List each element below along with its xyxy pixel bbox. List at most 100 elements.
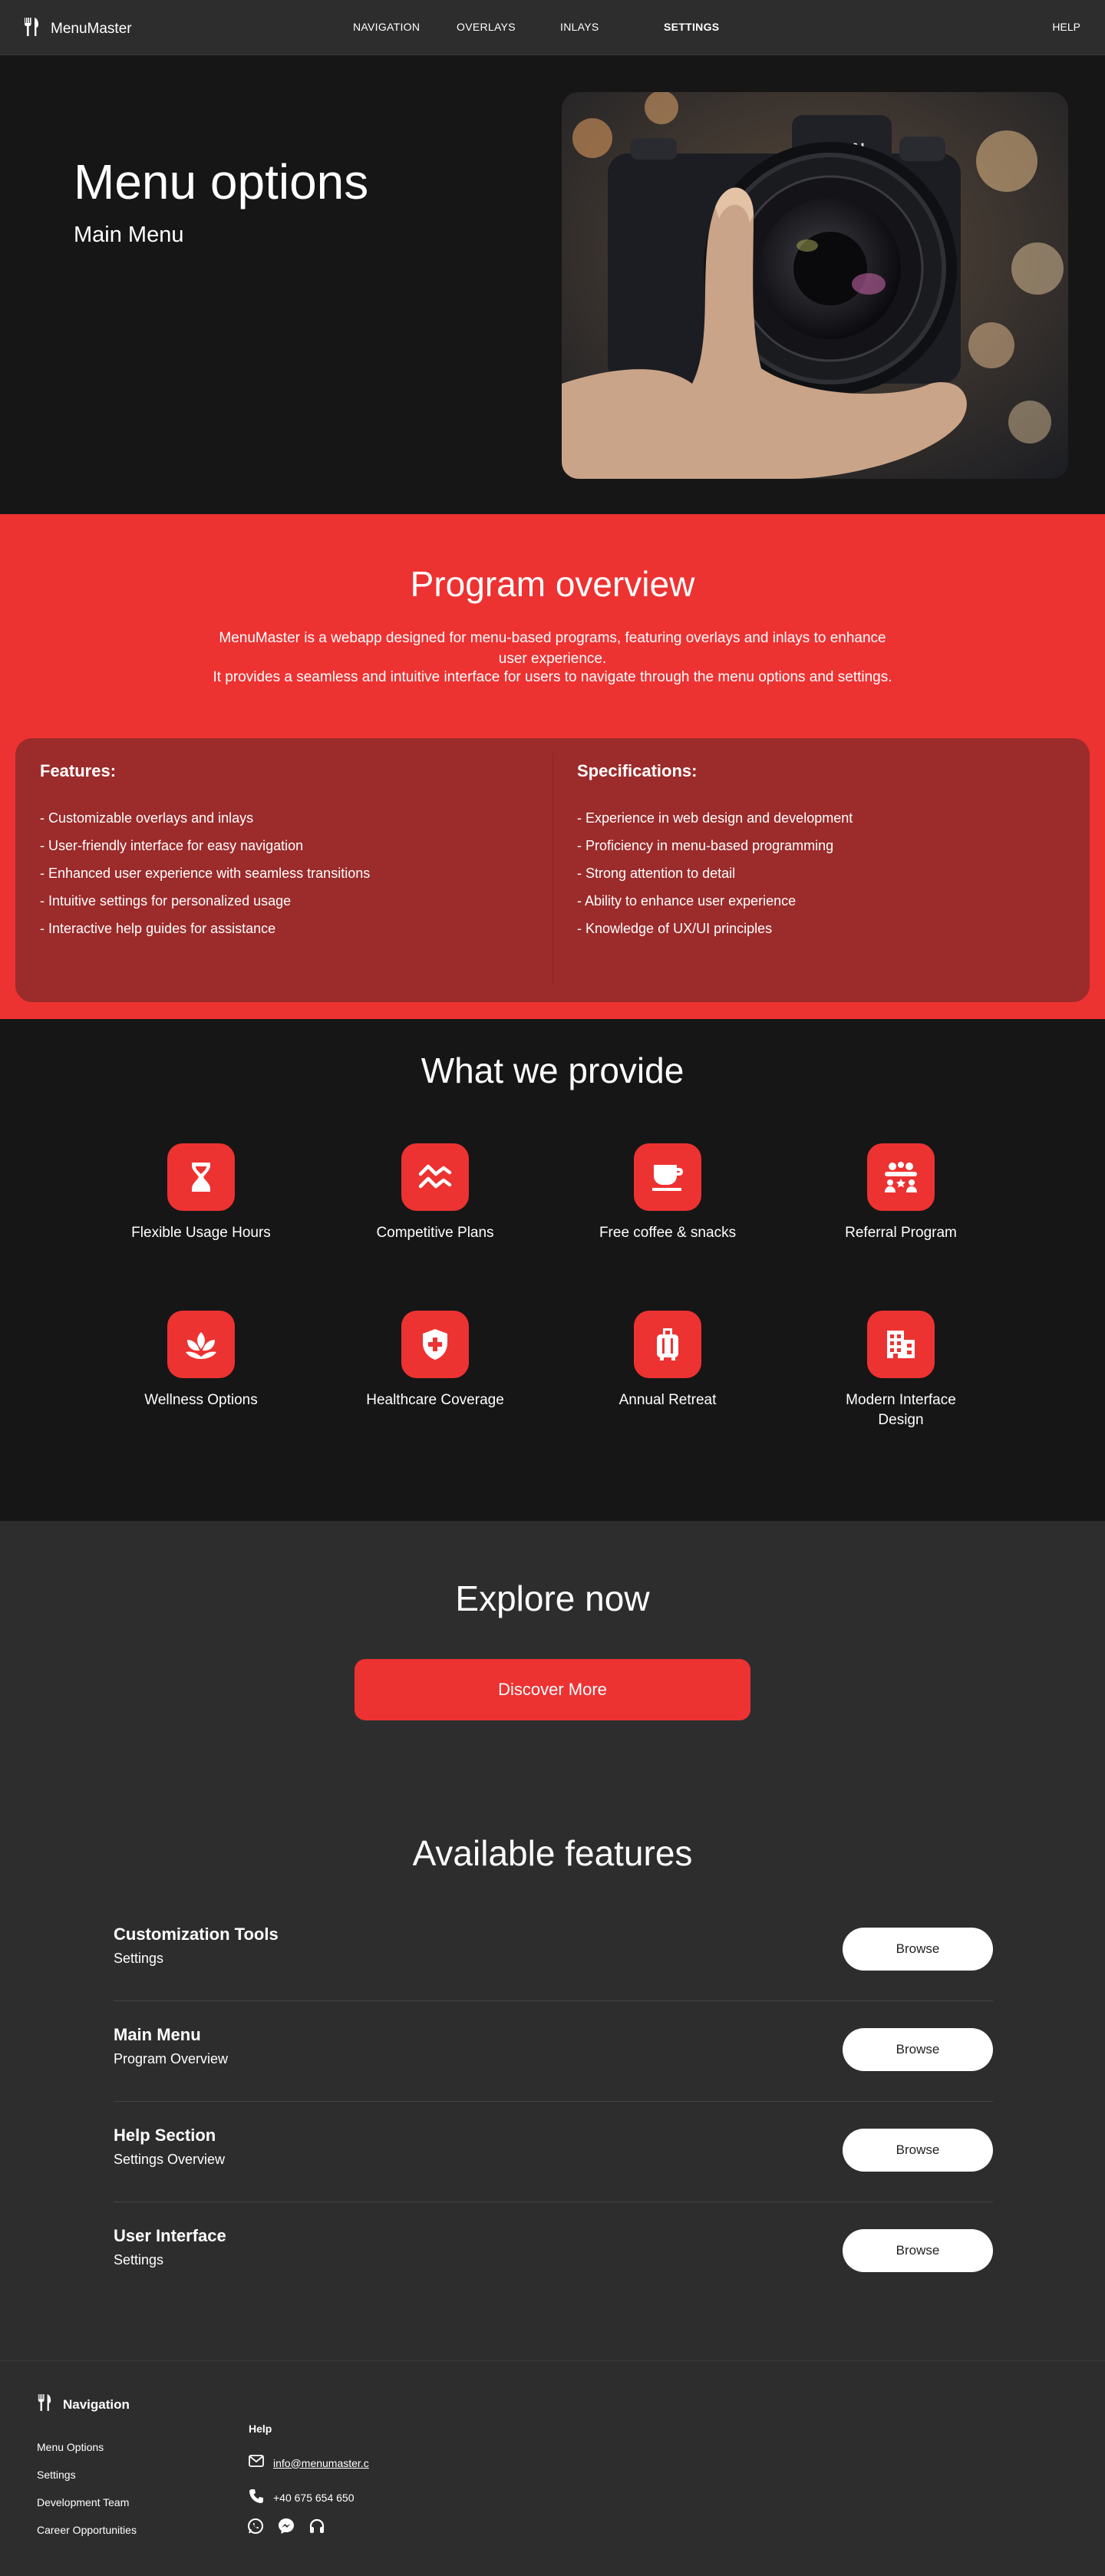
features-list-item: - User-friendly interface for easy navig… (40, 838, 304, 853)
brand[interactable]: MenuMaster (23, 17, 132, 41)
specifications-list-item: - Ability to enhance user experience (577, 893, 797, 909)
features-list-item: - Customizable overlays and inlays (40, 810, 254, 826)
footer-link-development-team[interactable]: Development Team (37, 2496, 137, 2524)
overview-title: Program overview (410, 564, 695, 604)
specifications-list-item: - Strong attention to detail (577, 866, 736, 881)
envelope-icon (249, 2455, 264, 2471)
browse-button[interactable]: Browse (843, 2129, 993, 2172)
hero-camera-photo: eSGN (562, 92, 1068, 479)
messenger-icon[interactable] (278, 2518, 295, 2538)
nav-link-help[interactable]: HELP (1052, 21, 1080, 33)
benefit-coffee-snacks: Free coffee & snacks (591, 1143, 744, 1243)
row-divider (114, 2101, 993, 2102)
benefit-label: Modern Interface Design (846, 1392, 956, 1428)
top-navigation-bar: MenuMaster NAVIGATION OVERLAYS INLAYS SE… (0, 0, 1105, 55)
specifications-list: - Experience in web design and developme… (577, 804, 853, 942)
footer: Navigation Menu Options Settings Develop… (0, 2360, 1105, 2576)
benefit-healthcare-coverage: Healthcare Coverage (358, 1311, 512, 1410)
coffee-cup-icon (634, 1143, 701, 1211)
benefit-label: Annual Retreat (618, 1392, 717, 1408)
phone-icon (249, 2489, 264, 2506)
footer-link-career-opportunities[interactable]: Career Opportunities (37, 2524, 137, 2551)
features-list: - Customizable overlays and inlays - Use… (40, 804, 370, 942)
footer-email: info@menumaster.c (249, 2455, 369, 2471)
nav-link-settings[interactable]: SETTINGS (664, 21, 719, 33)
browse-button[interactable]: Browse (843, 2229, 993, 2272)
nav-link-navigation[interactable]: NAVIGATION (353, 21, 457, 33)
explore-section: Explore now Discover More Available feat… (0, 1521, 1105, 2360)
nav-link-inlays[interactable]: INLAYS (560, 21, 664, 33)
features-list-item: - Interactive help guides for assistance (40, 921, 276, 936)
browse-button[interactable]: Browse (843, 1928, 993, 1971)
feature-subtitle: Program Overview (114, 2051, 229, 2066)
specifications-list-item: - Knowledge of UX/UI principles (577, 921, 773, 936)
specifications-column: Specifications: - Experience in web desi… (577, 761, 853, 942)
footer-social (247, 2518, 325, 2538)
footer-link-menu-options[interactable]: Menu Options (37, 2441, 137, 2469)
nav-link-overlays[interactable]: OVERLAYS (457, 21, 560, 33)
specifications-heading: Specifications: (577, 761, 698, 780)
footer-help-heading: Help (249, 2423, 272, 2435)
footer-brand: Navigation (37, 2393, 130, 2416)
headphones-icon[interactable] (308, 2518, 325, 2538)
feature-row: User Interface Settings Browse (114, 2203, 993, 2303)
benefit-referral-program: Referral Program (824, 1143, 978, 1243)
what-we-provide-section: What we provide Flexible Usage Hours Com… (0, 1019, 1105, 1521)
benefit-competitive-plans: Competitive Plans (358, 1143, 512, 1243)
hero-title: Menu options (74, 154, 369, 209)
feature-title: Help Section (114, 2126, 216, 2145)
whatsapp-icon[interactable] (247, 2518, 264, 2538)
feature-subtitle: Settings Overview (114, 2152, 226, 2167)
benefit-wellness-options: Wellness Options (124, 1311, 278, 1410)
hero-section: Menu options Main Menu (0, 55, 1105, 514)
explore-title: Explore now (455, 1578, 650, 1618)
feature-subtitle: Settings (114, 1951, 164, 1966)
wave-chart-icon (401, 1143, 469, 1211)
feature-row: Main Menu Program Overview Browse (114, 2002, 993, 2102)
feature-title: User Interface (114, 2226, 226, 2245)
provide-title: What we provide (421, 1051, 684, 1090)
specifications-list-item: - Experience in web design and developme… (577, 810, 853, 826)
footer-phone-number: +40 675 654 650 (273, 2491, 355, 2504)
lotus-icon (167, 1311, 235, 1378)
overview-description-1: MenuMaster is a webapp designed for menu… (219, 630, 886, 667)
main-nav: NAVIGATION OVERLAYS INLAYS SETTINGS (353, 21, 719, 33)
overview-description-2: It provides a seamless and intuitive int… (213, 669, 892, 685)
people-group-icon (867, 1143, 935, 1211)
feature-title: Customization Tools (114, 1925, 279, 1944)
feature-title: Main Menu (114, 2025, 201, 2044)
footer-email-link[interactable]: info@menumaster.c (273, 2457, 369, 2469)
benefit-label: Wellness Options (144, 1392, 258, 1408)
benefit-label: Referral Program (845, 1225, 957, 1241)
benefit-label: Free coffee & snacks (599, 1225, 737, 1241)
fork-knife-icon (37, 2393, 52, 2416)
browse-button[interactable]: Browse (843, 2028, 993, 2071)
benefit-annual-retreat: Annual Retreat (591, 1311, 744, 1410)
features-list-item: - Enhanced user experience with seamless… (40, 866, 371, 881)
medical-shield-icon (401, 1311, 469, 1378)
feature-row: Customization Tools Settings Browse (114, 1901, 993, 2001)
benefit-flexible-hours: Flexible Usage Hours (124, 1143, 278, 1243)
feature-subtitle: Settings (114, 2252, 164, 2268)
column-divider (552, 754, 553, 984)
specifications-list-item: - Proficiency in menu-based programming (577, 838, 834, 853)
luggage-icon (634, 1311, 701, 1378)
features-column: Features: - Customizable overlays and in… (40, 761, 370, 942)
camera-illustration: eSGN (562, 92, 1068, 479)
overview-card: Features: - Customizable overlays and in… (15, 738, 1090, 1002)
benefit-label: Flexible Usage Hours (131, 1225, 271, 1241)
available-features-title: Available features (412, 1833, 693, 1873)
hero-subtitle: Main Menu (74, 223, 184, 247)
benefit-modern-interface-design: Modern Interface Design (824, 1311, 978, 1430)
feature-row: Help Section Settings Overview Browse (114, 2103, 993, 2202)
discover-more-button[interactable]: Discover More (355, 1659, 750, 1720)
benefit-label: Healthcare Coverage (366, 1392, 504, 1408)
footer-phone: +40 675 654 650 (249, 2489, 355, 2506)
benefit-label: Competitive Plans (376, 1225, 494, 1241)
fork-knife-icon (23, 17, 40, 41)
row-divider (114, 2000, 993, 2001)
features-heading: Features: (40, 761, 117, 780)
footer-brand-label: Navigation (63, 2396, 130, 2412)
footer-link-settings[interactable]: Settings (37, 2469, 137, 2496)
features-list-item: - Intuitive settings for personalized us… (40, 893, 292, 909)
